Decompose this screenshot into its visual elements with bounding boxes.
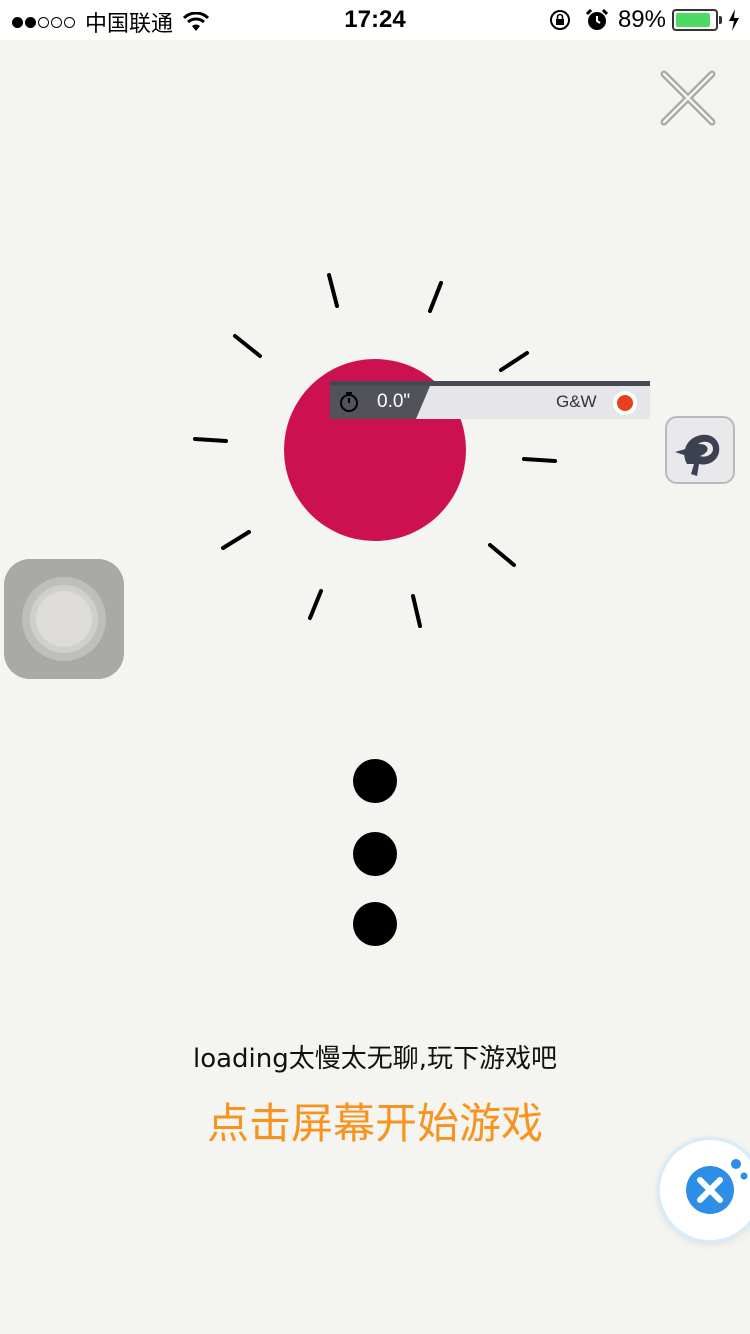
sun-ray xyxy=(193,437,228,443)
sun-ray xyxy=(411,594,422,628)
loading-dot xyxy=(353,832,397,876)
recorder-tag: G&W xyxy=(556,392,597,411)
loading-dot xyxy=(353,902,397,946)
record-button[interactable] xyxy=(613,391,637,415)
loading-dot xyxy=(353,759,397,803)
sun-ray xyxy=(308,589,323,620)
stopwatch-icon xyxy=(340,392,358,412)
assistive-touch-center xyxy=(36,591,92,647)
sun-ray xyxy=(233,334,262,358)
tool-icon xyxy=(686,1159,748,1214)
sun-ray xyxy=(499,351,529,372)
sun-ray xyxy=(488,543,516,567)
assistive-touch-button[interactable] xyxy=(4,559,124,679)
start-game-button[interactable]: 点击屏幕开始游戏 xyxy=(0,1090,750,1151)
sun-ray xyxy=(428,281,443,313)
bird-app-button[interactable] xyxy=(665,416,735,484)
loading-hint-text: loading太慢太无聊,玩下游戏吧 xyxy=(192,1044,558,1074)
sun-ray xyxy=(522,457,557,463)
sun-ray xyxy=(221,530,251,550)
screen-recorder-bar: 0.0" G&W xyxy=(330,381,650,419)
sun-ray xyxy=(327,273,339,308)
recorder-time: 0.0" xyxy=(377,391,411,412)
tool-fab-button[interactable] xyxy=(660,1140,750,1240)
bird-app-icon xyxy=(675,434,720,476)
